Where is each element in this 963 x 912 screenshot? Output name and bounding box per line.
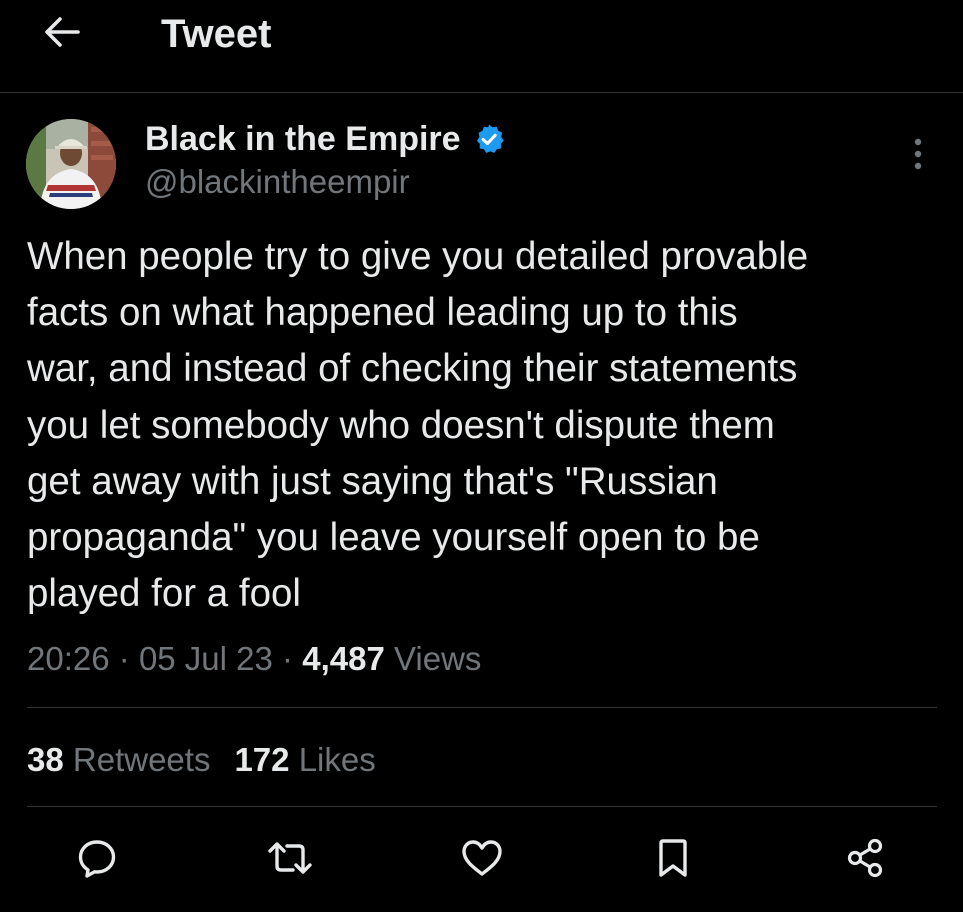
arrow-left-icon <box>42 12 82 57</box>
divider <box>27 707 937 708</box>
likes-label: Likes <box>298 741 376 778</box>
back-button[interactable] <box>38 10 86 58</box>
user-handle[interactable]: @blackintheempir <box>145 160 410 204</box>
reply-button[interactable] <box>71 834 123 886</box>
retweets-label: Retweets <box>72 741 211 778</box>
tweet-date[interactable]: 05 Jul 23 <box>139 640 273 677</box>
likes-stat[interactable]: 172 Likes <box>234 735 375 785</box>
divider <box>27 806 937 807</box>
meta-separator: · <box>282 640 294 677</box>
views-count: 4,487 <box>302 640 385 677</box>
display-name[interactable]: Black in the Empire <box>145 120 461 159</box>
bookmark-icon <box>653 836 693 885</box>
meta-separator: · <box>118 640 130 677</box>
bookmark-button[interactable] <box>647 834 699 886</box>
views-label: Views <box>393 640 482 677</box>
tweet-text: When people try to give you detailed pro… <box>27 235 809 616</box>
verified-badge-icon <box>473 123 505 155</box>
retweet-button[interactable] <box>264 834 316 886</box>
top-bar: Tweet <box>0 0 963 93</box>
retweet-icon <box>266 836 314 885</box>
engagement-stats: 38 Retweets 172 Likes <box>27 735 376 785</box>
share-button[interactable] <box>840 834 892 886</box>
more-options-button[interactable] <box>898 134 938 178</box>
avatar[interactable] <box>26 119 116 209</box>
like-button[interactable] <box>456 834 508 886</box>
tweet-meta: 20:26 · 05 Jul 23 · 4,487 Views <box>27 634 481 684</box>
share-icon <box>844 836 888 885</box>
retweets-count: 38 <box>27 741 64 778</box>
retweets-stat[interactable]: 38 Retweets <box>27 735 210 785</box>
like-icon <box>459 836 505 885</box>
reply-icon <box>75 836 119 885</box>
likes-count: 172 <box>234 741 290 778</box>
author-name-row: Black in the Empire <box>145 117 505 161</box>
page-title: Tweet <box>161 12 272 56</box>
more-vertical-icon <box>913 137 923 176</box>
tweet-time[interactable]: 20:26 <box>27 640 110 677</box>
